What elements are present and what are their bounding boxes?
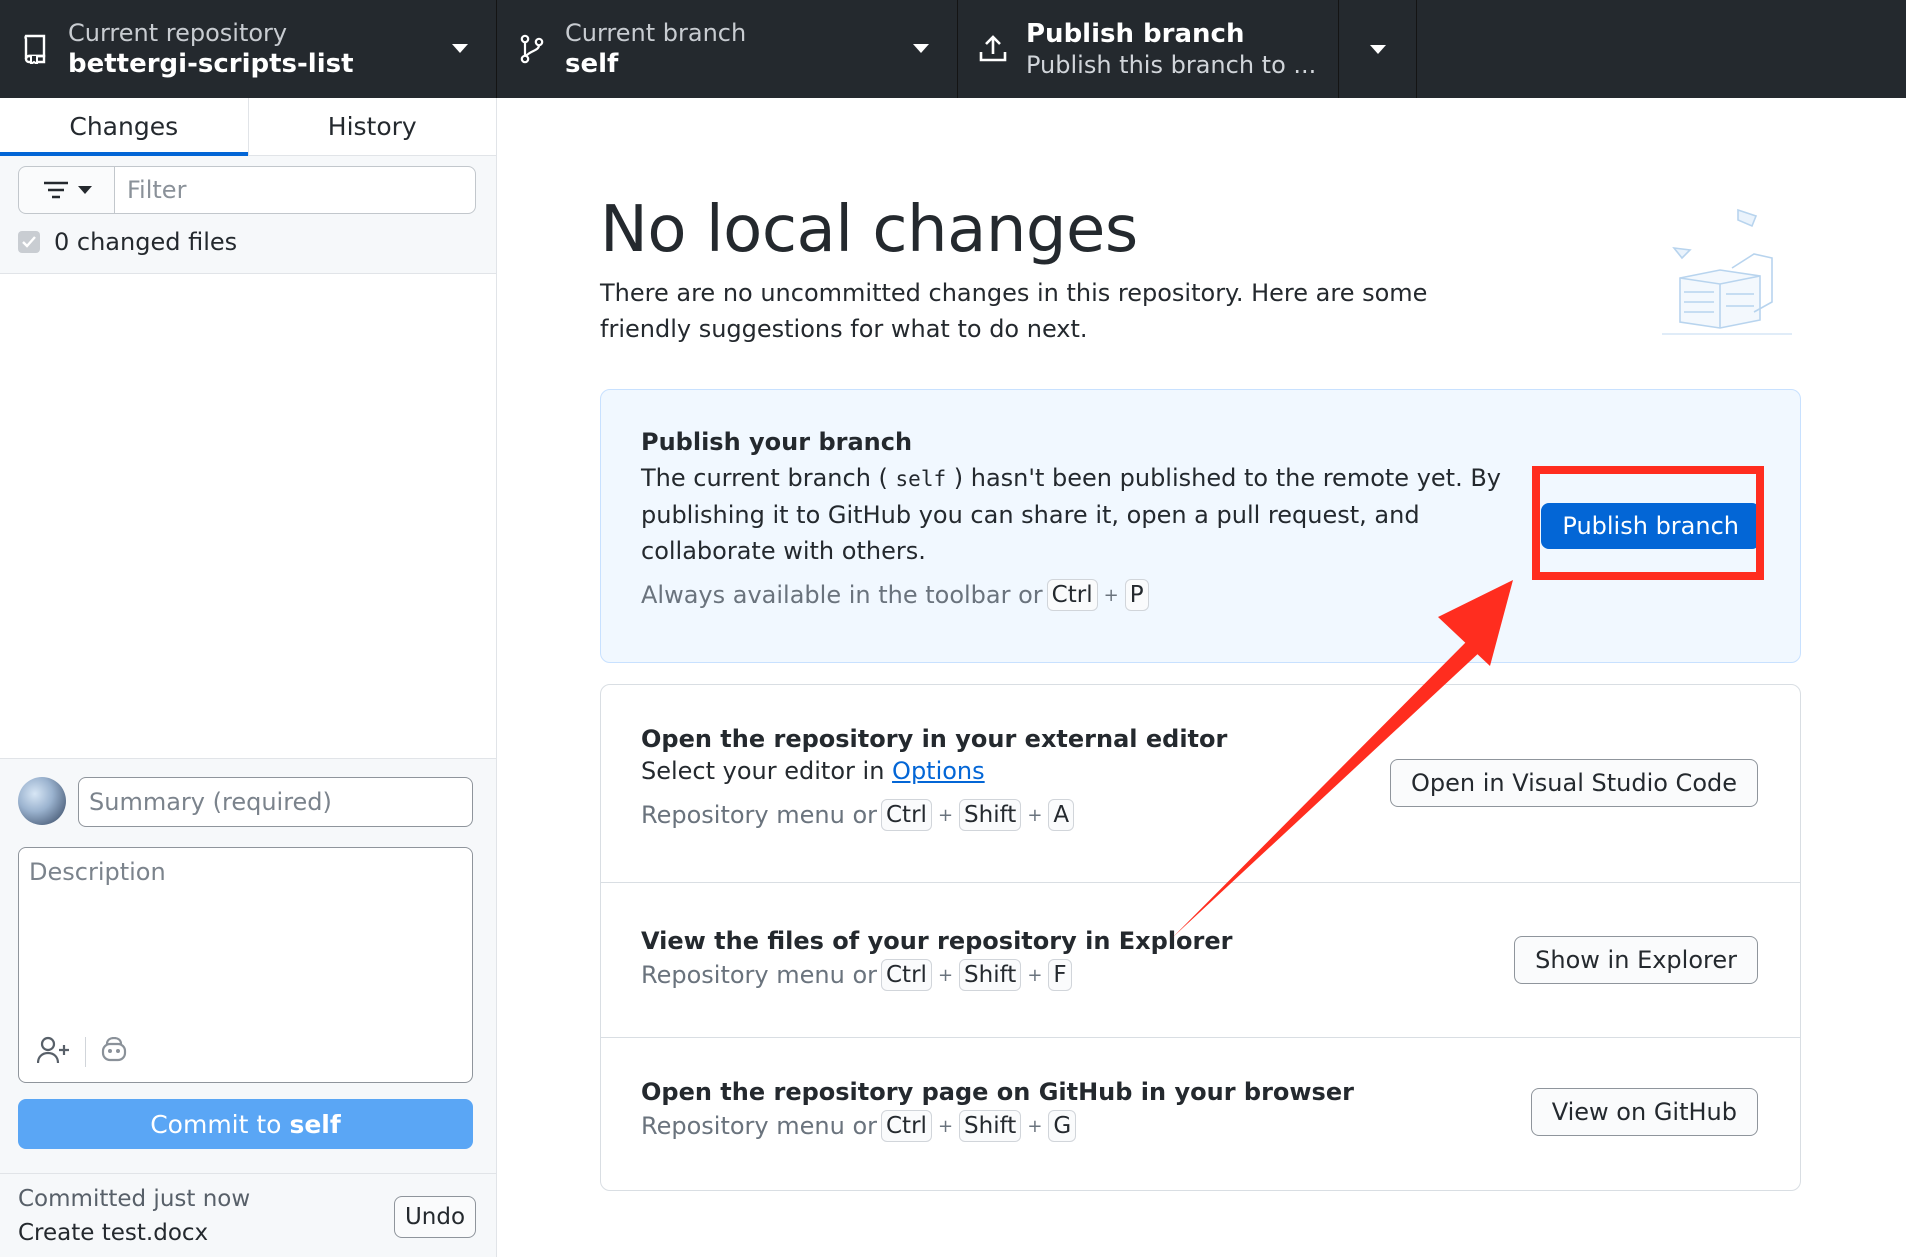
chevron-down-icon xyxy=(913,44,929,53)
filter-input[interactable] xyxy=(114,166,476,214)
empty-state-illustration-icon xyxy=(1662,208,1792,335)
open-editor-item: Open the repository in your external edi… xyxy=(601,685,1800,882)
current-repository-button[interactable]: Current repository bettergi-scripts-list xyxy=(0,0,497,98)
branch-label: Current branch xyxy=(565,19,747,47)
filter-options-button[interactable] xyxy=(18,166,114,214)
avatar xyxy=(18,777,66,825)
suggestions-card: Open the repository in your external edi… xyxy=(600,684,1801,1191)
commit-message-area: Commit to self xyxy=(0,758,496,1173)
publish-dropdown-button[interactable] xyxy=(1339,0,1417,98)
main-content: No local changes There are no uncommitte… xyxy=(497,98,1906,1257)
hint-text: Repository menu or xyxy=(641,961,877,989)
page-title: No local changes xyxy=(600,193,1138,267)
kbd-ctrl: Ctrl xyxy=(881,959,932,991)
editor-item-title: Open the repository in your external edi… xyxy=(641,725,1228,753)
changed-files-count: 0 changed files xyxy=(54,228,238,256)
branch-name: self xyxy=(565,49,619,79)
commit-button-prefix: Commit to xyxy=(150,1109,282,1139)
branch-code: self xyxy=(895,467,947,491)
repo-name: bettergi-scripts-list xyxy=(68,49,354,79)
annotation-highlight-box xyxy=(1532,466,1764,580)
commit-button[interactable]: Commit to self xyxy=(18,1099,473,1149)
kbd-p: P xyxy=(1124,579,1149,611)
hint-text: Always available in the toolbar or xyxy=(641,581,1043,609)
git-branch-icon xyxy=(517,34,547,64)
editor-text-prefix: Select your editor in xyxy=(641,757,885,785)
chevron-down-icon xyxy=(1369,44,1386,54)
description-tools xyxy=(36,1036,128,1068)
kbd-ctrl: Ctrl xyxy=(1046,579,1098,611)
kbd-a: A xyxy=(1048,799,1075,831)
select-all-checkbox[interactable] xyxy=(18,231,40,253)
explorer-item-hint: Repository menu or Ctrl + Shift + F xyxy=(641,959,1232,991)
kbd-shift: Shift xyxy=(959,1110,1022,1142)
sidebar: Changes History 0 changed files xyxy=(0,98,497,1257)
github-desktop-window: Current repository bettergi-scripts-list… xyxy=(0,0,1906,1257)
kbd-f: F xyxy=(1048,959,1072,991)
publish-text-before: The current branch ( xyxy=(641,464,888,492)
undo-button[interactable]: Undo xyxy=(394,1196,476,1238)
divider xyxy=(85,1037,86,1067)
repo-icon xyxy=(20,34,50,64)
changed-files-row: 0 changed files xyxy=(18,228,496,256)
hint-text: Repository menu or xyxy=(641,1112,877,1140)
kbd-ctrl: Ctrl xyxy=(881,799,932,831)
chevron-down-icon xyxy=(452,44,468,53)
current-branch-button[interactable]: Current branch self xyxy=(497,0,958,98)
publish-card-description: The current branch ( self ) hasn't been … xyxy=(641,460,1501,569)
filter-row xyxy=(18,166,476,214)
publish-branch-description: Publish this branch to ... xyxy=(1026,51,1317,79)
options-link[interactable]: Options xyxy=(892,757,985,785)
undo-commit-area: Committed just now Create test.docx Undo xyxy=(0,1173,496,1257)
last-commit-time: Committed just now xyxy=(18,1186,251,1212)
view-on-github-item: Open the repository page on GitHub in yo… xyxy=(601,1037,1800,1192)
kbd-shift: Shift xyxy=(959,959,1022,991)
caret-down-icon xyxy=(77,186,92,194)
publish-branch-label: Publish branch xyxy=(1026,19,1245,49)
show-in-explorer-item: View the files of your repository in Exp… xyxy=(601,882,1800,1037)
editor-item-description: Select your editor in Options xyxy=(641,753,1227,789)
editor-item-hint: Repository menu or Ctrl + Shift + A xyxy=(641,799,1227,831)
github-item-title: Open the repository page on GitHub in yo… xyxy=(641,1078,1354,1106)
page-subtitle: There are no uncommitted changes in this… xyxy=(600,279,1428,343)
publish-branch-toolbar-button[interactable]: Publish branch Publish this branch to ..… xyxy=(958,0,1339,98)
explorer-item-title: View the files of your repository in Exp… xyxy=(641,927,1233,955)
filter-icon xyxy=(43,181,68,199)
add-coauthor-icon[interactable] xyxy=(36,1036,71,1068)
summary-input[interactable] xyxy=(78,777,473,827)
commit-button-branch: self xyxy=(289,1109,341,1139)
kbd-ctrl: Ctrl xyxy=(881,1110,932,1142)
description-box xyxy=(18,847,473,1083)
copilot-icon[interactable] xyxy=(100,1036,128,1067)
repo-label: Current repository xyxy=(68,19,288,47)
toolbar: Current repository bettergi-scripts-list… xyxy=(0,0,1906,98)
kbd-g: G xyxy=(1048,1110,1077,1142)
github-item-hint: Repository menu or Ctrl + Shift + G xyxy=(641,1110,1354,1142)
sidebar-tabs: Changes History xyxy=(0,98,496,156)
publish-card-hint: Always available in the toolbar or Ctrl +… xyxy=(641,579,1501,611)
tab-history[interactable]: History xyxy=(247,98,497,155)
tab-changes[interactable]: Changes xyxy=(0,98,248,156)
view-on-github-button[interactable]: View on GitHub xyxy=(1530,1088,1758,1136)
open-in-editor-button[interactable]: Open in Visual Studio Code xyxy=(1389,759,1758,807)
check-icon xyxy=(22,236,36,248)
changes-filter-area: 0 changed files xyxy=(0,156,496,274)
upload-icon xyxy=(978,34,1008,64)
publish-card-title: Publish your branch xyxy=(641,428,913,456)
description-input[interactable] xyxy=(19,848,472,1008)
last-commit-message: Create test.docx xyxy=(18,1220,209,1246)
kbd-shift: Shift xyxy=(959,799,1022,831)
show-in-explorer-button[interactable]: Show in Explorer xyxy=(1514,936,1758,984)
hint-text: Repository menu or xyxy=(641,801,877,829)
